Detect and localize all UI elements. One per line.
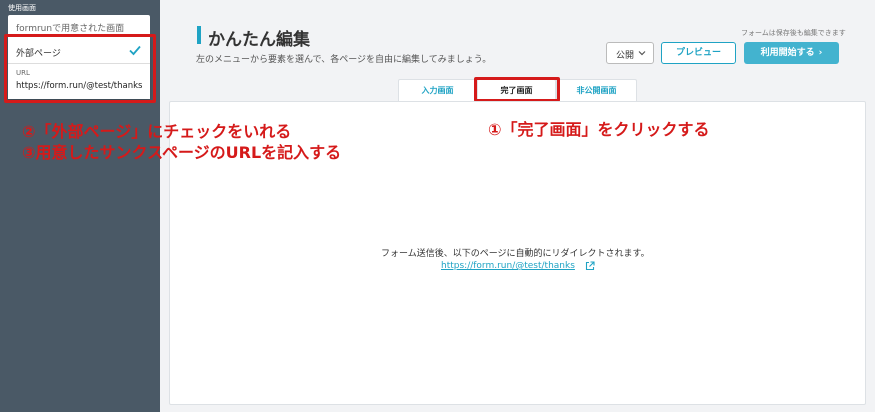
publish-status-value: 公開 [616,51,635,61]
title-accent-bar [197,26,201,44]
start-using-button[interactable]: 利用開始する › [744,42,839,64]
annotation-step-3: ③用意したサンクスページのURLを記入する [22,143,342,162]
chevron-down-icon [638,51,646,56]
page-title: かんたん編集 [208,30,310,50]
sidebar-section-label: 使用画面 [8,4,36,12]
page-subtitle: 左のメニューから要素を選んで、各ページを自由に編集してみましょう。 [196,55,492,65]
chevron-right-icon: › [818,48,823,58]
sidebar: 使用画面 formrunで用意された画面 外部ページ URL https://f… [0,0,160,412]
save-note: フォームは保存後も編集できます [741,29,846,37]
publish-status-select[interactable]: 公開 [606,42,654,64]
redirect-message: フォーム送信後、以下のページに自動的にリダイレクトされます。 [381,249,650,259]
external-link-icon[interactable] [585,261,595,271]
highlight-box-tab [474,77,560,102]
tab-private-screen[interactable]: 非公開画面 [556,79,637,101]
annotation-step-1: ①「完了画面」をクリックする [488,120,710,139]
preview-button[interactable]: プレビュー [661,42,736,64]
tab-input-screen[interactable]: 入力画面 [398,79,477,101]
start-using-label: 利用開始する [760,48,815,58]
highlight-box-sidebar [4,34,156,103]
redirect-url-link[interactable]: https://form.run/@test/thanks [441,261,575,271]
